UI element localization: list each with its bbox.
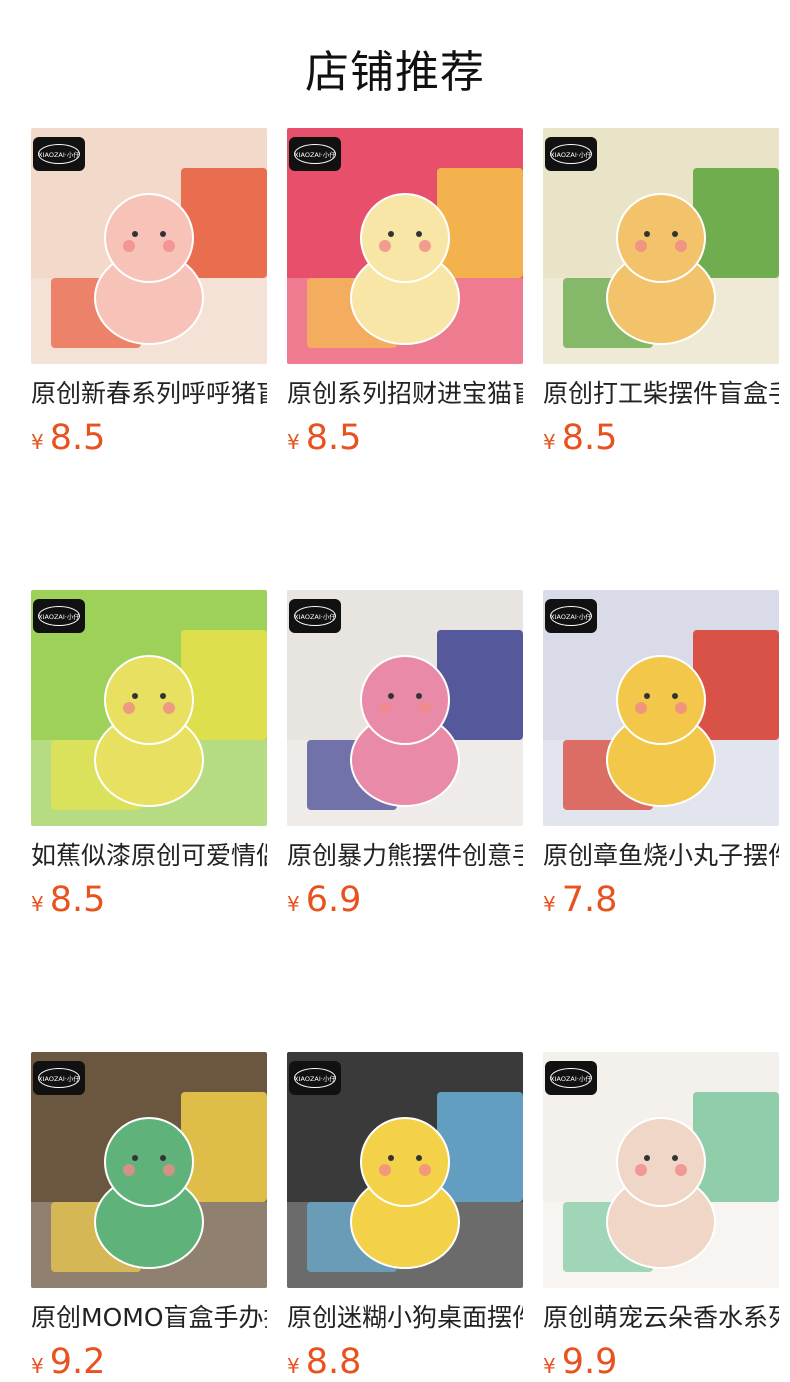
- page-title: 店铺推荐: [305, 47, 485, 98]
- product-image[interactable]: XIAOZAI·小仔: [31, 128, 267, 364]
- product-price: ¥9.9: [543, 1342, 779, 1382]
- brand-logo-text: XIAOZAI·小仔: [38, 144, 80, 164]
- product-image[interactable]: XIAOZAI·小仔: [287, 128, 523, 364]
- product-card[interactable]: XIAOZAI·小仔 原创打工柴摆件盲盒手办 ¥8.5: [543, 128, 779, 458]
- price-value: 9.2: [49, 1342, 106, 1382]
- currency-symbol: ¥: [543, 1354, 556, 1378]
- product-title[interactable]: 原创萌宠云朵香水系列: [543, 1300, 779, 1336]
- price-value: 8.5: [49, 418, 106, 458]
- currency-symbol: ¥: [287, 430, 300, 454]
- currency-symbol: ¥: [543, 892, 556, 916]
- product-price: ¥8.5: [31, 880, 267, 920]
- brand-logo: XIAOZAI·小仔: [33, 599, 85, 633]
- product-image[interactable]: XIAOZAI·小仔: [543, 128, 779, 364]
- product-price: ¥8.8: [287, 1342, 523, 1382]
- brand-logo-text: XIAOZAI·小仔: [294, 144, 336, 164]
- currency-symbol: ¥: [31, 430, 44, 454]
- brand-logo-text: XIAOZAI·小仔: [550, 144, 592, 164]
- price-value: 9.9: [561, 1342, 618, 1382]
- product-card[interactable]: XIAOZAI·小仔 原创萌宠云朵香水系列 ¥9.9: [543, 1052, 779, 1382]
- product-title[interactable]: 原创暴力熊摆件创意手办: [287, 838, 523, 874]
- price-value: 8.8: [305, 1342, 362, 1382]
- product-title[interactable]: 如蕉似漆原创可爱情侣摆件: [31, 838, 267, 874]
- product-image[interactable]: XIAOZAI·小仔: [287, 1052, 523, 1288]
- product-card[interactable]: XIAOZAI·小仔 原创MOMO盲盒手办摆件 ¥9.2: [31, 1052, 267, 1382]
- product-price: ¥8.5: [287, 418, 523, 458]
- brand-logo: XIAOZAI·小仔: [545, 1061, 597, 1095]
- product-image[interactable]: XIAOZAI·小仔: [543, 1052, 779, 1288]
- brand-logo: XIAOZAI·小仔: [545, 599, 597, 633]
- brand-logo-text: XIAOZAI·小仔: [550, 606, 592, 626]
- product-price: ¥6.9: [287, 880, 523, 920]
- brand-logo: XIAOZAI·小仔: [33, 137, 85, 171]
- product-price: ¥9.2: [31, 1342, 267, 1382]
- product-card[interactable]: XIAOZAI·小仔 如蕉似漆原创可爱情侣摆件 ¥8.5: [31, 590, 267, 920]
- currency-symbol: ¥: [543, 430, 556, 454]
- product-price: ¥8.5: [543, 418, 779, 458]
- product-card[interactable]: XIAOZAI·小仔 原创系列招财进宝猫盲盒 ¥8.5: [287, 128, 523, 458]
- brand-logo: XIAOZAI·小仔: [289, 599, 341, 633]
- product-title[interactable]: 原创章鱼烧小丸子摆件盲盒: [543, 838, 779, 874]
- brand-logo: XIAOZAI·小仔: [33, 1061, 85, 1095]
- currency-symbol: ¥: [287, 892, 300, 916]
- product-card[interactable]: XIAOZAI·小仔 原创新春系列呼呼猪盲盒 ¥8.5: [31, 128, 267, 458]
- price-value: 7.8: [561, 880, 618, 920]
- brand-logo-text: XIAOZAI·小仔: [550, 1068, 592, 1088]
- product-price: ¥8.5: [31, 418, 267, 458]
- price-value: 8.5: [305, 418, 362, 458]
- price-value: 8.5: [561, 418, 618, 458]
- product-card[interactable]: XIAOZAI·小仔 原创迷糊小狗桌面摆件 ¥8.8: [287, 1052, 523, 1382]
- product-grid: XIAOZAI·小仔 原创新春系列呼呼猪盲盒 ¥8.5 XIAOZAI·小仔 原…: [31, 128, 790, 1382]
- price-value: 6.9: [305, 880, 362, 920]
- brand-logo-text: XIAOZAI·小仔: [294, 606, 336, 626]
- brand-logo: XIAOZAI·小仔: [289, 137, 341, 171]
- product-title[interactable]: 原创迷糊小狗桌面摆件: [287, 1300, 523, 1336]
- product-card[interactable]: XIAOZAI·小仔 原创暴力熊摆件创意手办 ¥6.9: [287, 590, 523, 920]
- currency-symbol: ¥: [287, 1354, 300, 1378]
- product-image[interactable]: XIAOZAI·小仔: [31, 590, 267, 826]
- brand-logo: XIAOZAI·小仔: [289, 1061, 341, 1095]
- price-value: 8.5: [49, 880, 106, 920]
- product-card[interactable]: XIAOZAI·小仔 原创章鱼烧小丸子摆件盲盒 ¥7.8: [543, 590, 779, 920]
- brand-logo-text: XIAOZAI·小仔: [294, 1068, 336, 1088]
- currency-symbol: ¥: [31, 892, 44, 916]
- brand-logo: XIAOZAI·小仔: [545, 137, 597, 171]
- product-image[interactable]: XIAOZAI·小仔: [287, 590, 523, 826]
- product-title[interactable]: 原创MOMO盲盒手办摆件: [31, 1300, 267, 1336]
- product-title[interactable]: 原创打工柴摆件盲盒手办: [543, 376, 779, 412]
- product-title[interactable]: 原创系列招财进宝猫盲盒: [287, 376, 523, 412]
- brand-logo-text: XIAOZAI·小仔: [38, 1068, 80, 1088]
- brand-logo-text: XIAOZAI·小仔: [38, 606, 80, 626]
- product-title[interactable]: 原创新春系列呼呼猪盲盒: [31, 376, 267, 412]
- product-image[interactable]: XIAOZAI·小仔: [31, 1052, 267, 1288]
- product-price: ¥7.8: [543, 880, 779, 920]
- currency-symbol: ¥: [31, 1354, 44, 1378]
- product-image[interactable]: XIAOZAI·小仔: [543, 590, 779, 826]
